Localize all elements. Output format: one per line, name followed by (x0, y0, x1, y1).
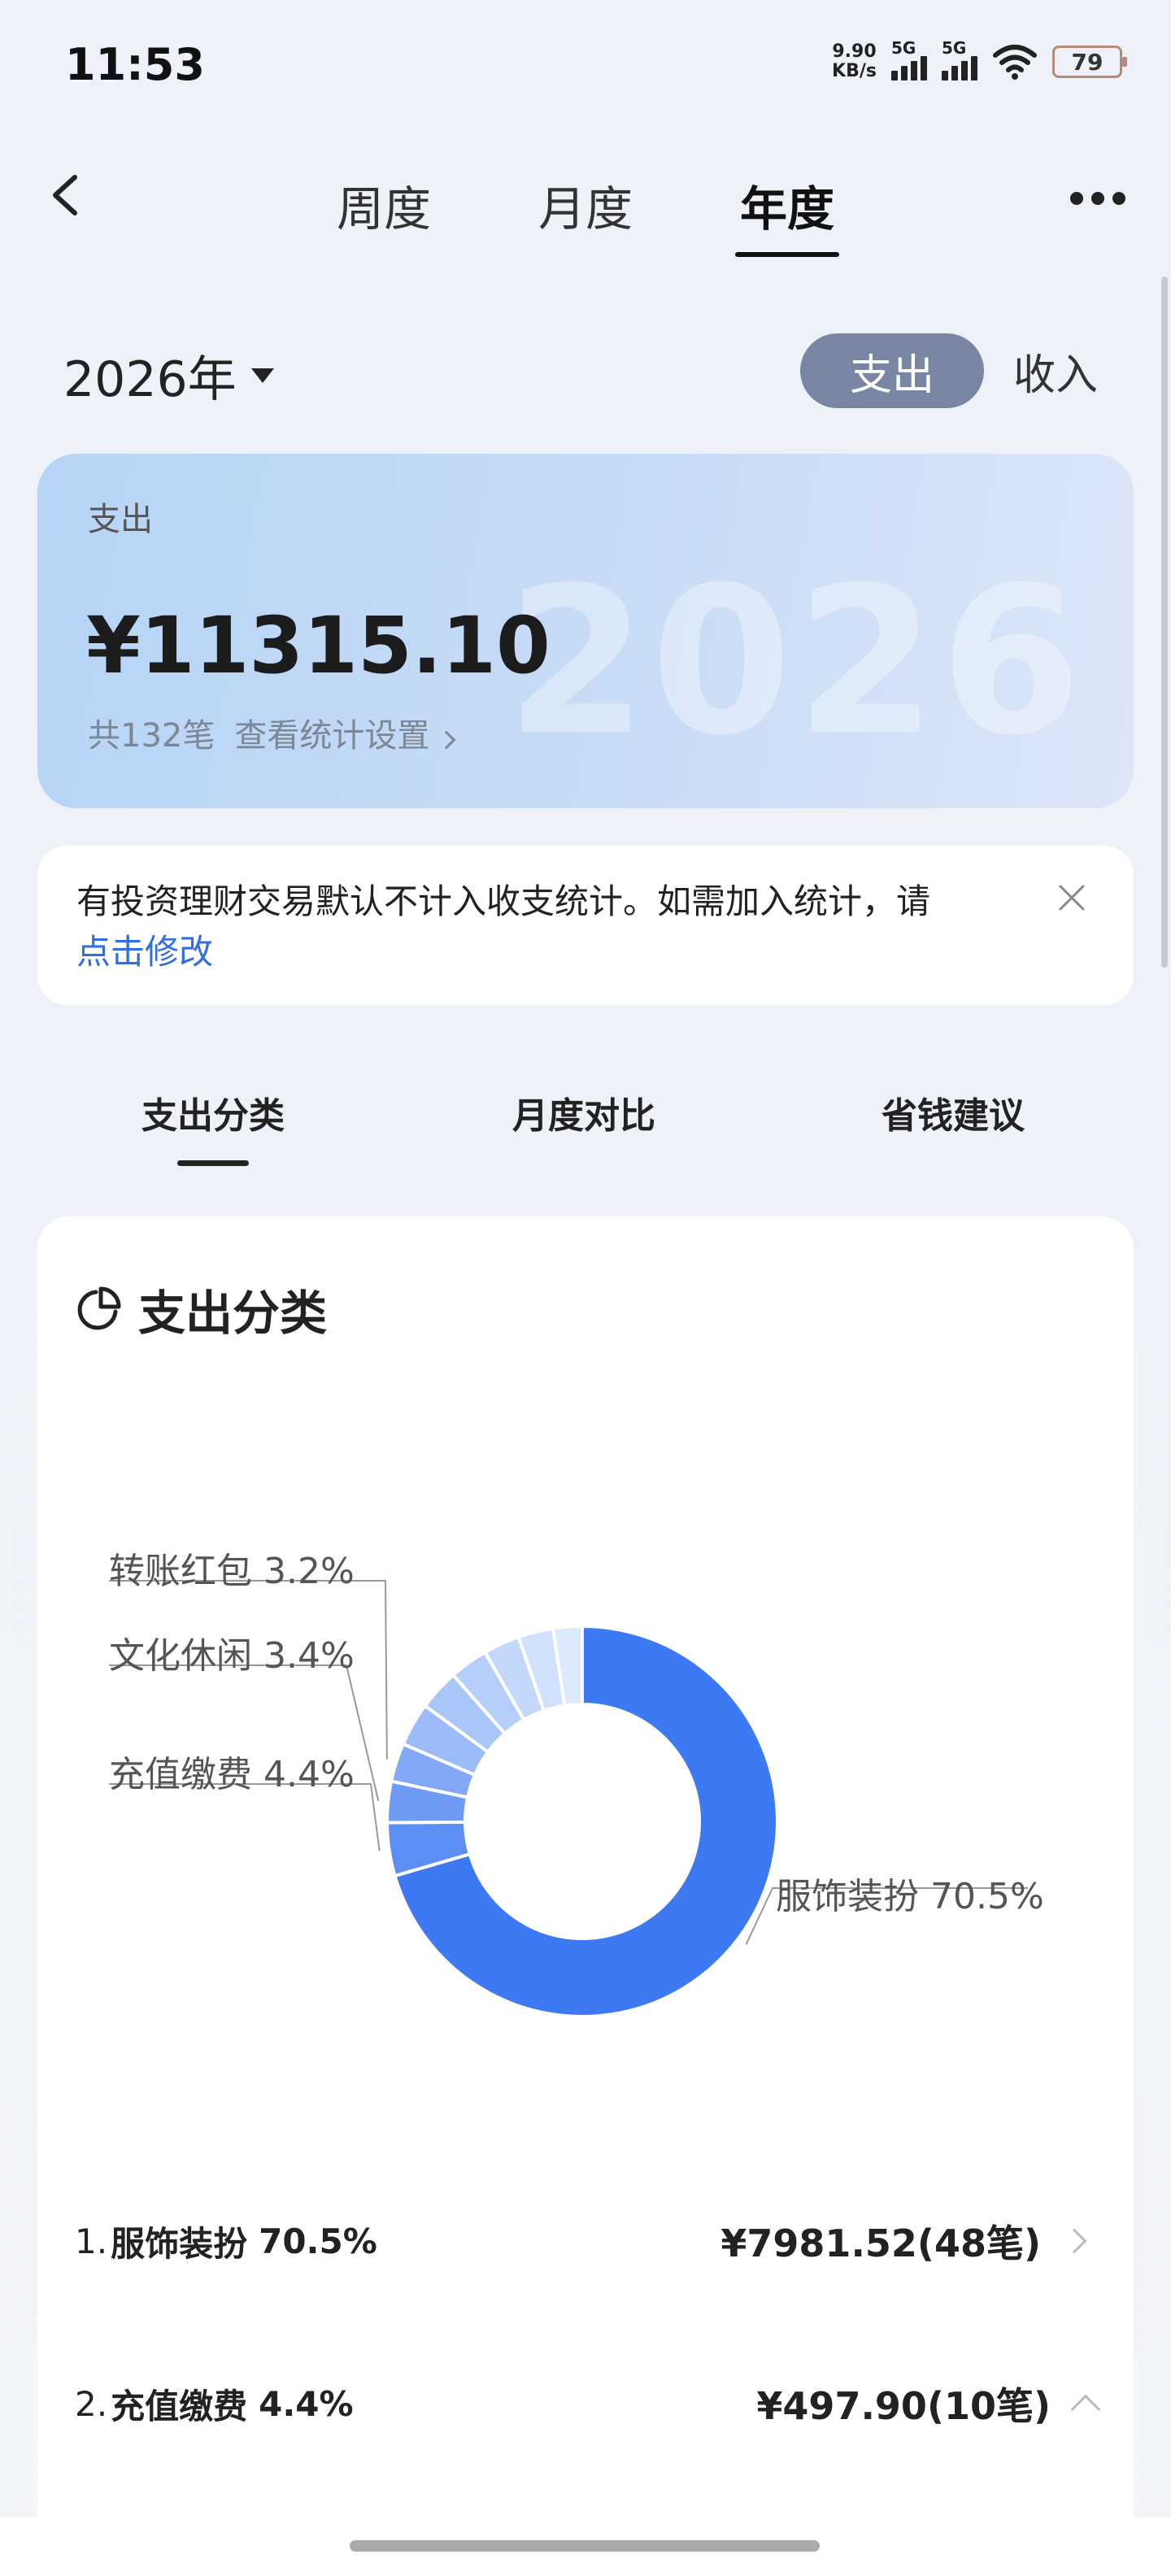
signal-icon: 5G (891, 38, 927, 80)
type-switch: 支出 收入 (799, 333, 1114, 408)
status-icons: 9.90 KB/s 5G 5G 79 (832, 38, 1127, 81)
caret-down-icon (250, 368, 274, 383)
year-label: 2026年 (63, 351, 237, 408)
notice-banner: 有投资理财交易默认不计入收支统计。如需加入统计，请 点击修改 (37, 846, 1134, 1005)
chevron-right-icon (1061, 2228, 1087, 2254)
settings-link[interactable]: 查看统计设置 (234, 709, 456, 756)
pie-chart-icon (77, 1286, 121, 1330)
period-tabs: 周度 月度 年度 (0, 171, 1171, 257)
chevron-right-icon (437, 730, 456, 750)
close-icon[interactable] (1056, 881, 1088, 914)
donut-label-transfer: 转账红包 3.2% (109, 1551, 355, 1592)
scrollbar[interactable] (1161, 276, 1168, 968)
record-count: 共132笔 (88, 717, 215, 755)
signal-icon-2: 5G (942, 38, 977, 80)
list-category: 服饰装扮 (111, 2223, 248, 2264)
notice-text: 有投资理财交易默认不计入收支统计。如需加入统计，请 点击修改 (76, 881, 931, 972)
tab-saving-tips[interactable]: 省钱建议 (882, 1086, 1025, 1138)
clock: 11:53 (65, 39, 205, 90)
status-bar: 11:53 9.90 KB/s 5G 5G 79 (0, 0, 1171, 130)
network-speed: 9.90 KB/s (832, 41, 877, 81)
list-item[interactable]: 1. 服饰装扮 70.5% ¥7981.52(48笔) (75, 2208, 1096, 2274)
list-percent: 4.4% (259, 2383, 354, 2424)
list-percent: 70.5% (259, 2221, 377, 2261)
income-toggle[interactable]: 收入 (1013, 341, 1114, 402)
list-item[interactable]: 2. 充值缴费 4.4% ¥497.90(10笔) (75, 2371, 1101, 2436)
year-selector[interactable]: 2026年 (63, 340, 274, 411)
list-amount: ¥497.90(10笔) (756, 2384, 1051, 2428)
summary-meta: 共132笔 查看统计设置 (88, 709, 456, 756)
wifi-icon (993, 45, 1037, 80)
battery-icon: 79 (1052, 46, 1127, 78)
total-amount: ¥11315.10 (86, 600, 551, 691)
tab-monthly[interactable]: 月度 (533, 171, 638, 239)
tab-expense-category[interactable]: 支出分类 (141, 1086, 285, 1166)
list-index: 1. (75, 2221, 108, 2261)
tab-yearly[interactable]: 年度 (735, 171, 840, 257)
bottom-bar (0, 2517, 1171, 2576)
summary-card: 2026 支出 ¥11315.10 共132笔 查看统计设置 (37, 454, 1134, 808)
category-card: 支出分类 转账红包 3.2% 文化休闲 3.4% 充值缴费 4.4% 服饰装扮 … (37, 1216, 1134, 2576)
tab-monthly-compare[interactable]: 月度对比 (512, 1086, 655, 1138)
list-index: 2. (75, 2383, 108, 2424)
list-amount: ¥7981.52(48笔) (720, 2221, 1041, 2265)
tab-weekly[interactable]: 周度 (332, 171, 436, 239)
donut-label-clothing: 服饰装扮 70.5% (776, 1876, 1044, 1917)
year-watermark: 2026 (506, 543, 1085, 780)
donut-label-recharge: 充值缴费 4.4% (109, 1754, 355, 1795)
home-indicator[interactable] (350, 2540, 820, 2552)
top-nav: 周度 月度 年度 (0, 154, 1171, 257)
list-category: 充值缴费 (111, 2386, 248, 2426)
more-icon[interactable] (1070, 192, 1125, 205)
expense-toggle[interactable]: 支出 (799, 333, 984, 408)
chevron-up-icon (1070, 2394, 1101, 2425)
category-donut-chart: 转账红包 3.2% 文化休闲 3.4% 充值缴费 4.4% 服饰装扮 70.5% (37, 1444, 1134, 2176)
edit-link[interactable]: 点击修改 (76, 932, 213, 972)
summary-label: 支出 (88, 501, 153, 538)
analysis-tabs: 支出分类 月度对比 省钱建议 (0, 1073, 1171, 1166)
filter-row: 2026年 支出 收入 (0, 325, 1171, 415)
card-title: 支出分类 (75, 1275, 327, 1343)
donut-label-leisure: 文化休闲 3.4% (109, 1635, 355, 1677)
